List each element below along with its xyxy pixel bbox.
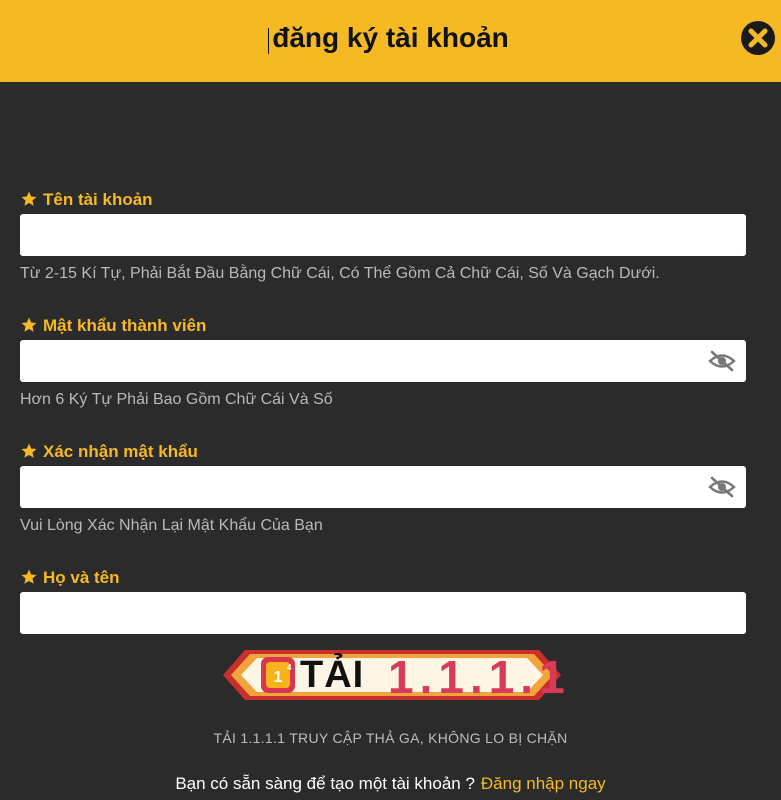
- footer-prompt: Bạn có sẵn sàng để tạo một tài khoản ?: [175, 774, 475, 793]
- field-hint: Hơn 6 Ký Tự Phải Bao Gồm Chữ Cái Và Số: [20, 391, 333, 408]
- field-label: Xác nhận mật khẩu: [20, 442, 198, 462]
- field-label-text: Họ và tên: [43, 568, 120, 587]
- login-link[interactable]: Đăng nhập ngay: [481, 774, 606, 793]
- star-icon: [21, 443, 37, 458]
- field-label: Họ và tên: [20, 568, 120, 588]
- username-input[interactable]: [20, 214, 746, 256]
- star-icon: [21, 317, 37, 332]
- registration-form: Tên tài khoản Từ 2-15 Kí Tự, Phải Bắt Đầ…: [0, 82, 781, 644]
- svg-text:1: 1: [274, 669, 283, 686]
- password-input[interactable]: [20, 340, 746, 382]
- full-name-input[interactable]: [20, 592, 746, 634]
- eye-slash-icon[interactable]: [708, 349, 736, 373]
- tagline: TẢI 1.1.1.1 TRUY CẬP THẢ GA, KHÔNG LO BỊ…: [213, 730, 568, 746]
- confirm-password-input[interactable]: [20, 466, 746, 508]
- star-icon: [21, 569, 37, 584]
- field-label-text: Xác nhận mật khẩu: [43, 442, 198, 461]
- field-hint: Từ 2-15 Kí Tự, Phải Bắt Đầu Bằng Chữ Cái…: [20, 265, 660, 282]
- banner-number: 1.1.1.1: [388, 651, 571, 703]
- page-title: đăng ký tài khoản: [272, 22, 509, 53]
- close-button[interactable]: [741, 21, 775, 55]
- header-bar: đăng ký tài khoản: [0, 0, 781, 82]
- field-label-text: Tên tài khoản: [43, 190, 153, 209]
- star-icon: [21, 191, 37, 206]
- field-label-text: Mật khẩu thành viên: [43, 316, 207, 335]
- banner-prefix: TẢI: [300, 654, 365, 696]
- close-icon: [748, 28, 768, 48]
- eye-slash-icon[interactable]: [708, 475, 736, 499]
- field-label: Tên tài khoản: [20, 190, 153, 210]
- field-hint: Vui Lòng Xác Nhận Lại Mật Khẩu Của Bạn: [20, 517, 323, 534]
- field-label: Mật khẩu thành viên: [20, 316, 206, 336]
- svg-text:4: 4: [287, 663, 292, 672]
- footer: Bạn có sẵn sàng để tạo một tài khoản ? Đă…: [0, 774, 781, 794]
